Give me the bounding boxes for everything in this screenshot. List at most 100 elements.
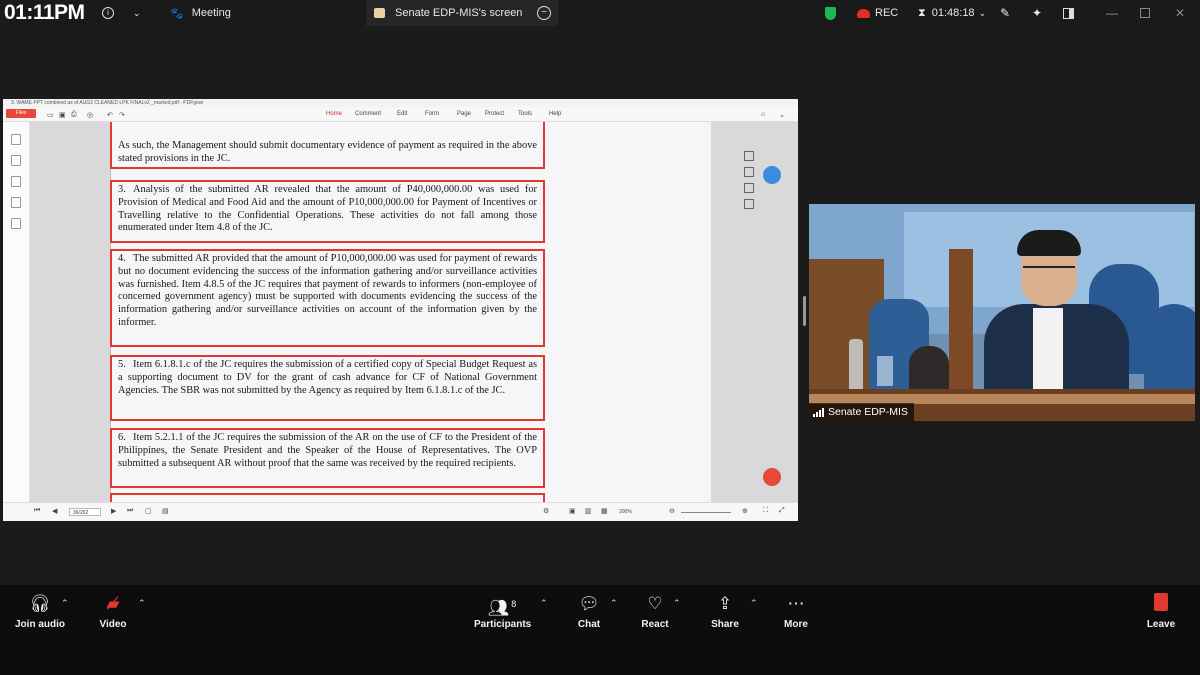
download-icon[interactable] — [744, 167, 754, 177]
splitter-handle[interactable] — [803, 296, 806, 326]
tab-screen-share-content[interactable]: Senate EDP-MIS's screen — [374, 0, 522, 26]
chevron-down-icon[interactable]: ⌄ — [779, 111, 785, 119]
video-options-caret-icon[interactable]: ⌃ — [138, 598, 146, 609]
rec-indicator[interactable]: REC — [857, 0, 898, 26]
chat-button[interactable]: 💬︎ Chat — [574, 593, 604, 630]
timer[interactable]: ⧗ 01:48:18 ⌄ — [918, 0, 986, 26]
heart-icon: ♡ — [647, 594, 663, 613]
crop-icon[interactable] — [744, 183, 754, 193]
chat-icon: 💬︎ — [578, 594, 600, 613]
share-button[interactable]: ⇪ Share — [708, 593, 742, 630]
react-button[interactable]: ♡ React — [640, 593, 670, 630]
join-audio-button[interactable]: 🎧︎ Join audio — [14, 593, 66, 630]
react-options-caret-icon[interactable]: ⌃ — [673, 598, 681, 609]
timer-value: 01:48:18 — [931, 7, 975, 19]
chat-assistant-icon[interactable] — [763, 468, 781, 486]
participants-button[interactable]: 👥︎ 8 Participants — [474, 593, 531, 630]
paragraph-number: 4. — [118, 253, 126, 264]
pdf-menu-bar: Files ▭ ▣ ⎙ ◎ ↶ ↷ Home Comment Edit Form… — [3, 107, 798, 122]
minimize-icon[interactable]: — — [1106, 0, 1118, 26]
save-icon[interactable]: ▣ — [59, 111, 66, 119]
trash-icon[interactable] — [744, 199, 754, 209]
attachment-icon[interactable] — [11, 197, 21, 208]
side-panel-icon[interactable] — [1063, 0, 1074, 26]
print-icon[interactable]: ⎙ — [71, 111, 77, 119]
menu-help[interactable]: Help — [549, 111, 561, 117]
info-icon[interactable]: i — [102, 0, 114, 26]
annotate-icon[interactable]: ✎ — [1000, 0, 1010, 26]
paragraph-box: 3. Analysis of the submitted AR revealed… — [110, 180, 545, 243]
folder-icon[interactable]: ▭ — [47, 111, 54, 119]
fit-screen-icon[interactable]: ⛶ — [763, 507, 768, 515]
pen-icon[interactable] — [744, 151, 754, 161]
undo-icon[interactable]: ↶ — [107, 111, 113, 119]
chevron-down-icon[interactable]: ⌄ — [133, 0, 141, 26]
paragraph-number: 5. — [118, 359, 126, 370]
paragraph-box — [110, 493, 545, 502]
audio-options-caret-icon[interactable]: ⌃ — [61, 598, 69, 609]
sparkle-icon[interactable]: ✦ — [1032, 0, 1042, 26]
link-icon[interactable] — [11, 218, 21, 229]
participant-video-tile[interactable]: Senate EDP-MIS — [809, 204, 1195, 421]
participants-count: 8 — [511, 599, 517, 609]
headphones-icon: 🎧︎ — [29, 594, 51, 613]
more-button[interactable]: ⋯ More — [780, 593, 812, 630]
zoom-in-icon[interactable]: ⊕ — [742, 507, 748, 515]
join-audio-label: Join audio — [15, 619, 65, 630]
menu-home[interactable]: Home — [326, 111, 342, 117]
ai-assistant-icon[interactable] — [763, 166, 781, 184]
tab-meeting[interactable]: 🐾 Meeting — [170, 0, 231, 26]
fit-page-icon[interactable]: ▢ — [145, 507, 152, 515]
paragraph-box: 6. Item 5.2.1.1 of the JC requires the s… — [110, 428, 545, 488]
files-button[interactable]: Files — [6, 109, 36, 118]
paragraph-text: Item 6.1.8.1.c of the JC requires the su… — [118, 359, 537, 396]
menu-protect[interactable]: Protect — [485, 111, 504, 117]
share-screen-icon: ⇪ — [717, 594, 733, 613]
shield-icon[interactable] — [825, 0, 836, 26]
participants-options-caret-icon[interactable]: ⌃ — [540, 598, 548, 609]
paragraph-text: Item 5.2.1.1 of the JC requires the subm… — [118, 432, 537, 469]
prev-page-icon[interactable]: ◀ — [52, 507, 57, 515]
menu-page[interactable]: Page — [457, 111, 471, 117]
bookmark-icon[interactable] — [11, 134, 21, 145]
leave-icon — [1144, 593, 1178, 615]
menu-edit[interactable]: Edit — [397, 111, 407, 117]
minus-circle-icon[interactable]: − — [537, 0, 551, 26]
leave-button[interactable]: Leave — [1144, 593, 1178, 630]
first-page-icon[interactable]: ⏮ — [34, 507, 40, 515]
scroll-mode-icon[interactable]: ▦ — [601, 507, 608, 515]
thumbnail-icon[interactable] — [11, 155, 21, 166]
two-page-icon[interactable]: ▥ — [585, 507, 592, 515]
fit-width-icon[interactable]: ▤ — [162, 507, 169, 515]
redo-icon[interactable]: ↷ — [119, 111, 125, 119]
menu-tools[interactable]: Tools — [518, 111, 532, 117]
paragraph-number: 3. — [118, 184, 126, 195]
video-button[interactable]: ▰̸ Video — [96, 593, 130, 630]
zoom-slider[interactable] — [681, 512, 731, 513]
video-off-icon: ▰̸ — [106, 594, 120, 613]
paragraph-number: 6. — [118, 432, 126, 443]
fullscreen-icon[interactable]: ⤢ — [779, 507, 785, 515]
chat-options-caret-icon[interactable]: ⌃ — [610, 598, 618, 609]
comment-icon[interactable] — [11, 176, 21, 187]
share-icon[interactable]: ◎ — [87, 111, 93, 119]
zoom-level[interactable]: 200% — [619, 509, 632, 515]
pdf-title-bar: 3. WAME PPT combined as of AUG2 CLEANED … — [3, 99, 798, 107]
view-settings-icon[interactable]: ⚙ — [543, 507, 549, 515]
zoom-out-icon[interactable]: ⊖ — [669, 507, 675, 515]
menu-comment[interactable]: Comment — [355, 111, 381, 117]
share-options-caret-icon[interactable]: ⌃ — [750, 598, 758, 609]
last-page-icon[interactable]: ⏭ — [127, 507, 133, 515]
pdf-document-view[interactable]: As such, the Management should submit do… — [30, 122, 798, 502]
single-page-icon[interactable]: ▣ — [569, 507, 576, 515]
participant-name-label: Senate EDP-MIS — [809, 403, 914, 421]
cloud-record-icon — [857, 8, 870, 18]
settings-icon[interactable]: ⌂ — [761, 111, 765, 118]
page-number-input[interactable]: 36/262 — [69, 508, 101, 516]
restore-icon[interactable] — [1140, 0, 1150, 26]
close-icon[interactable]: ✕ — [1175, 0, 1185, 26]
leave-label: Leave — [1146, 619, 1176, 630]
tab-screen-share-label: Senate EDP-MIS's screen — [395, 7, 523, 19]
next-page-icon[interactable]: ▶ — [111, 507, 116, 515]
menu-form[interactable]: Form — [425, 111, 439, 117]
